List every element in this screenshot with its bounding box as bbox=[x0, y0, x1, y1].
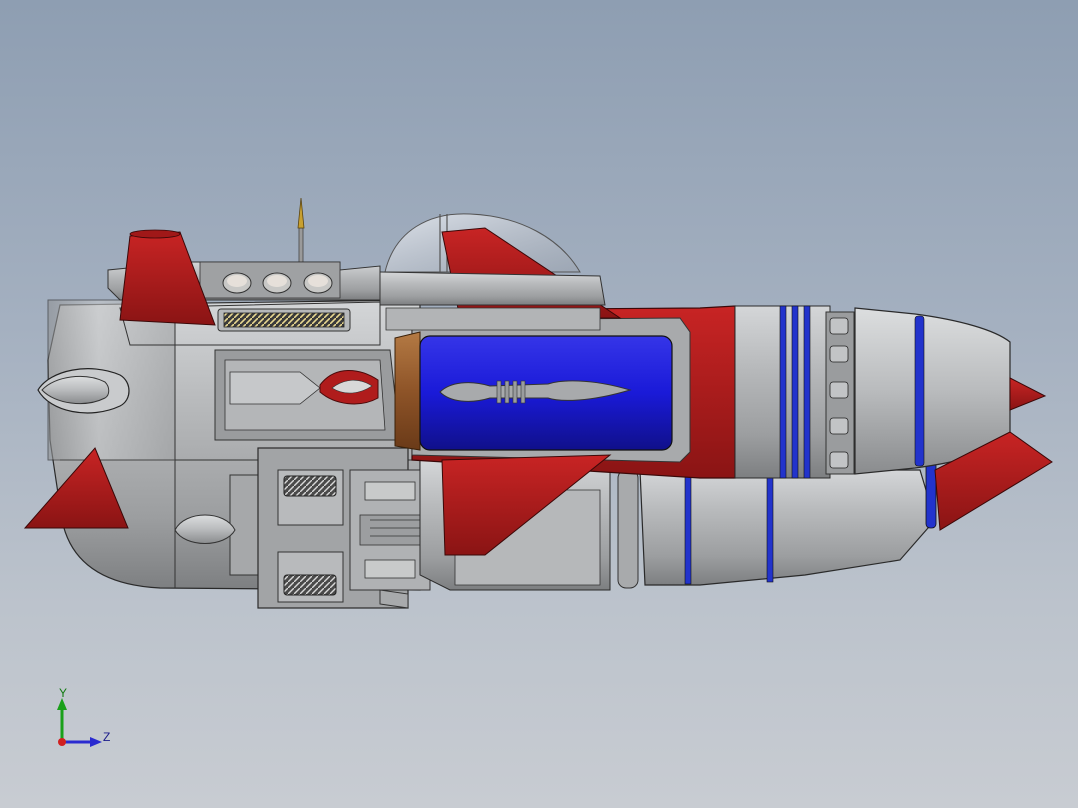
intake-channel bbox=[214, 349, 401, 441]
canopy-base bbox=[379, 271, 606, 331]
spaceship-model[interactable] bbox=[0, 0, 1078, 808]
x-axis-dot bbox=[58, 738, 66, 746]
engine-rings bbox=[734, 305, 855, 479]
blue-core bbox=[419, 335, 673, 451]
coordinate-triad: Y Z bbox=[40, 680, 130, 760]
z-axis-label: Z bbox=[103, 730, 111, 744]
y-axis-label: Y bbox=[59, 686, 68, 700]
graphics-viewport[interactable]: Y Z bbox=[0, 0, 1078, 808]
top-ports bbox=[222, 272, 333, 294]
antenna bbox=[297, 197, 305, 269]
z-axis-head bbox=[90, 737, 102, 747]
triad-axes bbox=[57, 698, 102, 747]
